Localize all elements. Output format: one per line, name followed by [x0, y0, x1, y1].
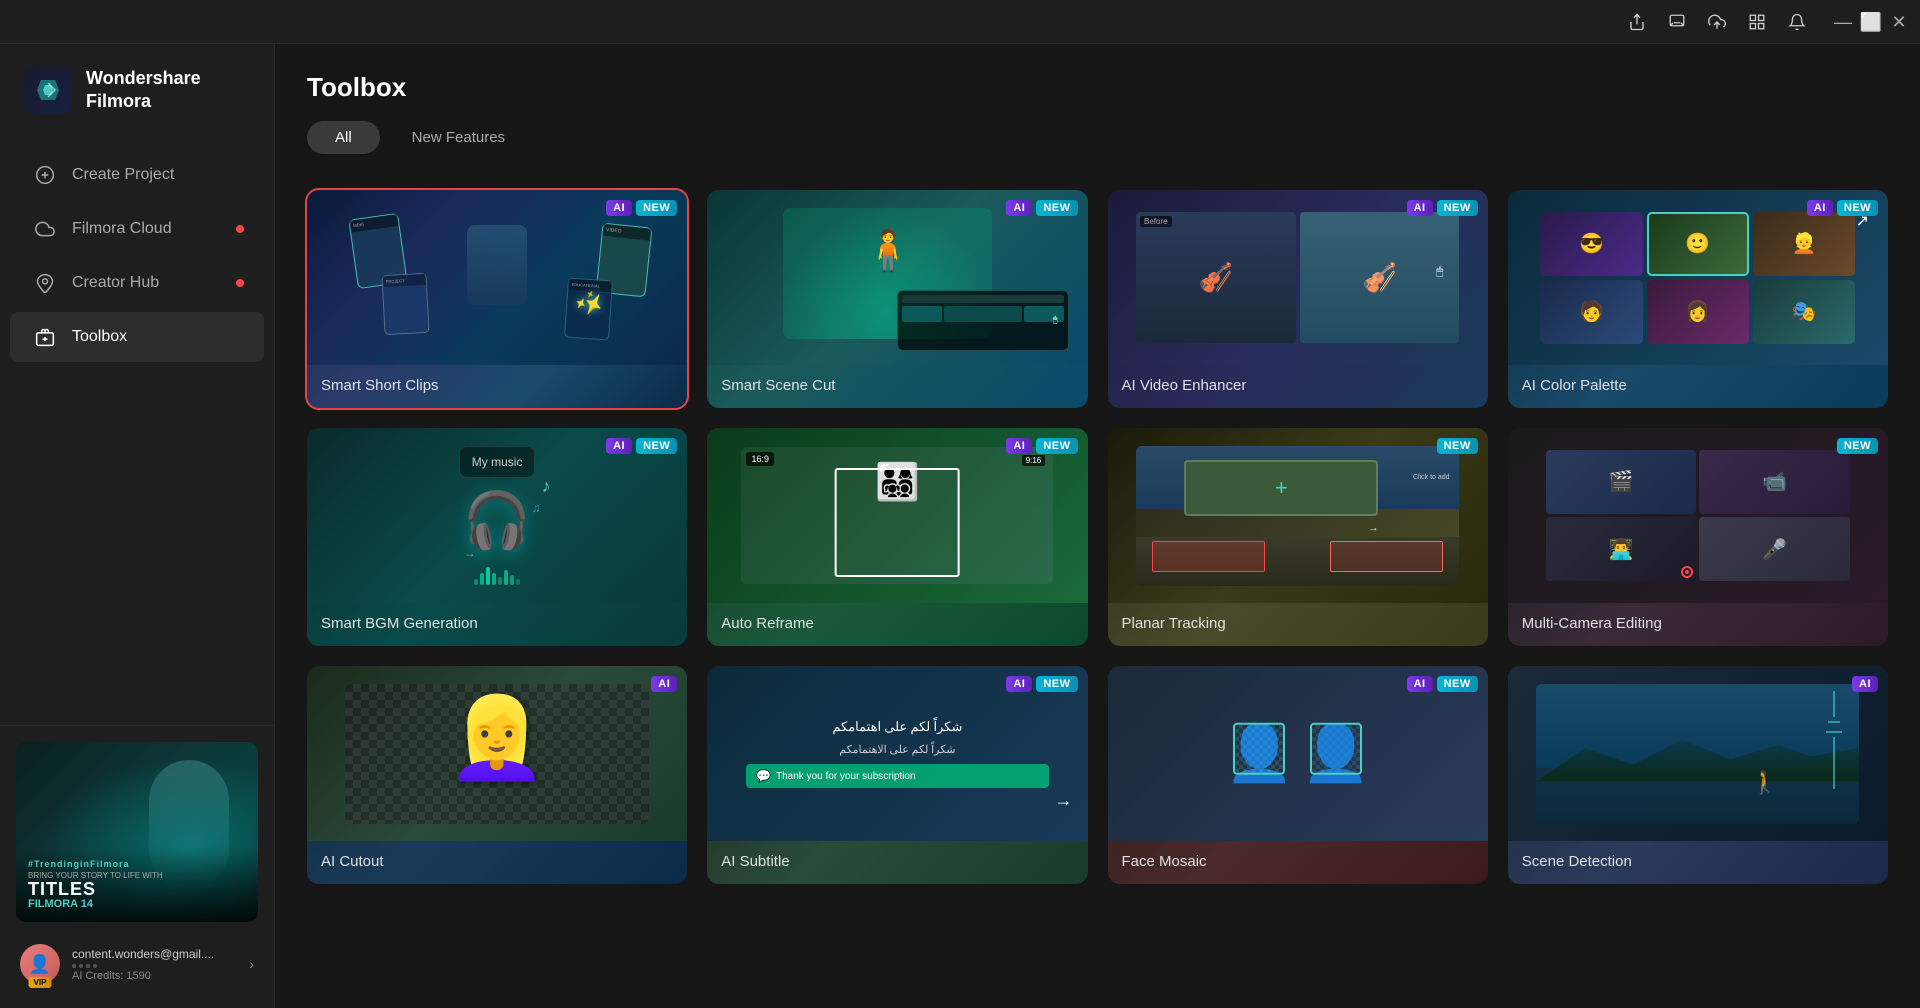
new-badge-11: NEW: [1437, 676, 1478, 692]
tool-name-multi-camera: Multi-Camera Editing: [1522, 615, 1874, 632]
tab-all[interactable]: All: [307, 121, 380, 154]
ai-badge-11: AI: [1407, 676, 1433, 692]
creator-hub-icon: [34, 272, 56, 294]
badges-ai-cutout: AI: [651, 676, 677, 692]
user-credits: AI Credits: 1590: [72, 970, 237, 982]
badges-ai-color-palette: AI NEW: [1807, 200, 1878, 216]
tool-name-ai-color-palette: AI Color Palette: [1522, 377, 1874, 394]
badges-ai-video-enhancer: AI NEW: [1407, 200, 1478, 216]
new-badge-7: NEW: [1437, 438, 1478, 454]
user-chevron-icon[interactable]: ›: [249, 956, 254, 972]
tabs: All New Features: [307, 121, 1888, 154]
tool-card-auto-reframe[interactable]: 16:9 👨‍👩‍👧‍👦 9:16 AI NEW: [707, 428, 1087, 646]
ai-badge-10: AI: [1006, 676, 1032, 692]
grid-icon[interactable]: [1746, 11, 1768, 33]
ai-badge-3: AI: [1407, 200, 1433, 216]
minimize-button[interactable]: —: [1834, 13, 1852, 31]
sidebar-item-toolbox[interactable]: Toolbox: [10, 312, 264, 362]
badges-scene-detection: AI: [1852, 676, 1878, 692]
promo-card[interactable]: #TrendinginFilmora BRING YOUR STORY TO L…: [16, 742, 258, 922]
tool-card-ai-cutout[interactable]: 👱‍♀️ AI AI Cutout: [307, 666, 687, 884]
tools-grid: label VIDEO PROJECT EDUCATIONAL: [307, 190, 1888, 884]
ai-badge-5: AI: [606, 438, 632, 454]
filmora-cloud-icon: [34, 218, 56, 240]
create-project-icon: [34, 164, 56, 186]
badges-multi-camera: NEW: [1837, 438, 1878, 454]
tool-name-ai-cutout: AI Cutout: [321, 853, 673, 870]
new-badge-2: NEW: [1036, 200, 1077, 216]
badges-face-mosaic: AI NEW: [1407, 676, 1478, 692]
badges-smart-short-clips: AI NEW: [606, 200, 677, 216]
new-badge: NEW: [636, 200, 677, 216]
notifications-icon[interactable]: [1786, 11, 1808, 33]
content-header: Toolbox All New Features: [275, 44, 1920, 174]
badges-smart-scene-cut: AI NEW: [1006, 200, 1077, 216]
tool-card-smart-scene-cut[interactable]: 🧍 🖱: [707, 190, 1087, 408]
badges-auto-reframe: AI NEW: [1006, 438, 1077, 454]
tool-card-planar-tracking[interactable]: + → Click to add: [1108, 428, 1488, 646]
feedback-icon[interactable]: [1666, 11, 1688, 33]
new-badge-6: NEW: [1036, 438, 1077, 454]
tool-card-ai-video-enhancer[interactable]: Before 🎻 After 🎻 🖱: [1108, 190, 1488, 408]
tool-name-ai-subtitle: AI Subtitle: [721, 853, 1073, 870]
tool-name-face-mosaic: Face Mosaic: [1122, 853, 1474, 870]
tool-name-smart-short-clips: Smart Short Clips: [321, 377, 673, 394]
app-logo: Wondershare Filmora: [0, 44, 274, 138]
tool-name-planar-tracking: Planar Tracking: [1122, 615, 1474, 632]
promo-filmora-label: FILMORA 14: [28, 898, 246, 910]
share-icon[interactable]: [1626, 11, 1648, 33]
ai-badge-6: AI: [1006, 438, 1032, 454]
badges-ai-subtitle: AI NEW: [1006, 676, 1077, 692]
new-badge-8: NEW: [1837, 438, 1878, 454]
tool-card-ai-subtitle[interactable]: شكراً لكم على اهتمامكم شكراً لكم على الا…: [707, 666, 1087, 884]
tool-card-smart-bgm[interactable]: My music 🎧 ♪ ♫: [307, 428, 687, 646]
new-badge-5: NEW: [636, 438, 677, 454]
close-button[interactable]: ✕: [1890, 13, 1908, 31]
ai-badge-12: AI: [1852, 676, 1878, 692]
promo-title: TITLES: [28, 880, 246, 898]
titlebar: — ⬜ ✕: [0, 0, 1920, 44]
user-details: content.wonders@gmail.... AI Credits: 15…: [72, 947, 237, 982]
sidebar-bottom: #TrendinginFilmora BRING YOUR STORY TO L…: [0, 725, 274, 1008]
user-email: content.wonders@gmail....: [72, 947, 237, 961]
vip-badge: VIP: [29, 977, 52, 988]
app-name: Wondershare Filmora: [86, 67, 201, 114]
upload-icon[interactable]: [1706, 11, 1728, 33]
sidebar: Wondershare Filmora Create Project: [0, 44, 275, 1008]
tool-name-smart-bgm: Smart BGM Generation: [321, 615, 673, 632]
sidebar-nav: Create Project Filmora Cloud: [0, 138, 274, 725]
main-content: Toolbox All New Features: [275, 44, 1920, 1008]
tool-card-smart-short-clips[interactable]: label VIDEO PROJECT EDUCATIONAL: [307, 190, 687, 408]
maximize-button[interactable]: ⬜: [1862, 13, 1880, 31]
ai-badge-2: AI: [1006, 200, 1032, 216]
new-badge-3: NEW: [1437, 200, 1478, 216]
tools-grid-container: label VIDEO PROJECT EDUCATIONAL: [275, 174, 1920, 1008]
ai-badge-9: AI: [651, 676, 677, 692]
sidebar-item-creator-hub[interactable]: Creator Hub: [10, 258, 264, 308]
toolbox-icon: [34, 326, 56, 348]
tool-card-face-mosaic[interactable]: 👤 👤 AI NEW: [1108, 666, 1488, 884]
logo-icon: [24, 66, 72, 114]
badges-planar-tracking: NEW: [1437, 438, 1478, 454]
ai-badge: AI: [606, 200, 632, 216]
page-title: Toolbox: [307, 72, 1888, 103]
promo-tag: #TrendinginFilmora: [28, 859, 246, 869]
window-controls: — ⬜ ✕: [1834, 13, 1908, 31]
sidebar-item-filmora-cloud[interactable]: Filmora Cloud: [10, 204, 264, 254]
user-info: 👤 VIP content.wonders@gmail.... AI Credi…: [16, 936, 258, 992]
tool-name-scene-detection: Scene Detection: [1522, 853, 1874, 870]
new-badge-10: NEW: [1036, 676, 1077, 692]
tool-card-ai-color-palette[interactable]: 😎 🙂 👱 🧑: [1508, 190, 1888, 408]
new-badge-4: NEW: [1837, 200, 1878, 216]
tool-name-auto-reframe: Auto Reframe: [721, 615, 1073, 632]
tool-card-multi-camera[interactable]: 🎬 📹 👨‍💻: [1508, 428, 1888, 646]
tool-name-ai-video-enhancer: AI Video Enhancer: [1122, 377, 1474, 394]
sidebar-item-create-project[interactable]: Create Project: [10, 150, 264, 200]
tool-card-scene-detection[interactable]: 🚶 AI: [1508, 666, 1888, 884]
tab-new-features[interactable]: New Features: [384, 121, 533, 154]
tool-name-smart-scene-cut: Smart Scene Cut: [721, 377, 1073, 394]
user-avatar: 👤 VIP: [20, 944, 60, 984]
badges-smart-bgm: AI NEW: [606, 438, 677, 454]
ai-badge-4: AI: [1807, 200, 1833, 216]
